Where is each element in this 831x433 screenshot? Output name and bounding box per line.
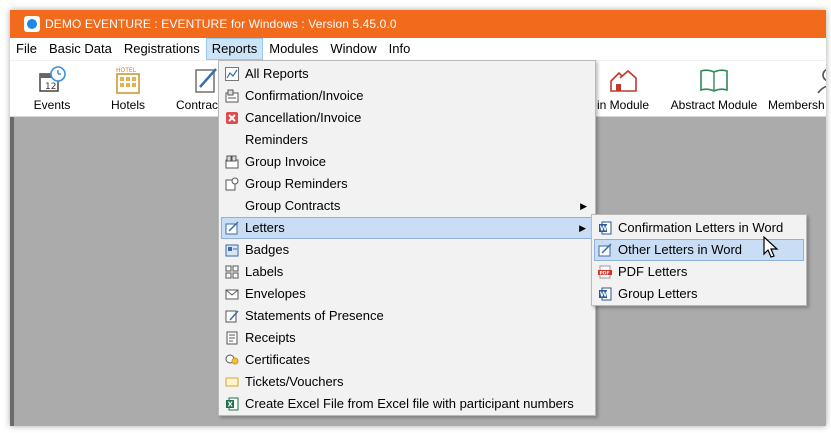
letter-icon (225, 221, 239, 235)
reports-dropdown: All Reports Confirmation/Invoice Cancell… (218, 60, 596, 416)
contracts-button[interactable]: Contrac (176, 65, 224, 112)
book-icon (700, 69, 728, 92)
pdf-icon: PDF (598, 265, 612, 279)
events-label: Events (33, 98, 71, 112)
menu-item-label: Labels (245, 264, 284, 279)
menu-item-label: Reminders (245, 132, 308, 147)
main-module-button[interactable]: in Module (592, 65, 654, 112)
receipt-icon (226, 331, 238, 345)
menu-item-label: Letters (245, 220, 285, 235)
main-module-label: in Module (596, 98, 650, 112)
svg-text:W: W (600, 291, 608, 299)
abstract-module-label: Abstract Module (670, 98, 758, 112)
menu-item-label: Group Invoice (245, 154, 326, 169)
houses-icon (610, 69, 637, 92)
menu-item-label: Badges (245, 242, 290, 257)
title-bar: DEMO EVENTURE : EVENTURE for Windows : V… (10, 10, 826, 38)
menu-item-all-reports[interactable]: All Reports (221, 63, 593, 85)
labels-icon (225, 265, 239, 279)
hotel-sign: HOTEL (116, 67, 137, 74)
app-window: DEMO EVENTURE : EVENTURE for Windows : V… (10, 10, 826, 426)
menu-item-label: All Reports (245, 66, 309, 81)
svg-text:X: X (228, 401, 234, 409)
menu-item-group-contracts[interactable]: Group Contracts ▶ (221, 195, 593, 217)
menu-modules[interactable]: Modules (263, 38, 324, 60)
menu-item-label: Tickets/Vouchers (245, 374, 344, 389)
menu-window[interactable]: Window (324, 38, 382, 60)
submenu-item-label: Other Letters in Word (618, 242, 743, 257)
menu-reports[interactable]: Reports (205, 38, 264, 60)
ticket-icon (225, 377, 239, 387)
menu-item-label: Create Excel File from Excel file with p… (245, 396, 574, 411)
svg-text:PDF: PDF (600, 270, 610, 276)
hotels-label: Hotels (110, 98, 145, 112)
menu-item-badges[interactable]: Badges (221, 239, 593, 261)
statement-icon (225, 310, 239, 323)
menu-info[interactable]: Info (383, 38, 417, 60)
word-icon: W (599, 287, 612, 301)
menu-item-label: Cancellation/Invoice (245, 110, 362, 125)
letter-edit-icon (598, 243, 612, 257)
excel-icon: X (226, 397, 239, 411)
menu-item-label: Group Reminders (245, 176, 348, 191)
menu-item-tickets-vouchers[interactable]: Tickets/Vouchers (221, 371, 593, 393)
app-logo-icon (24, 16, 40, 32)
invoice-icon (225, 89, 239, 103)
menu-item-statements-of-presence[interactable]: Statements of Presence (221, 305, 593, 327)
menu-item-label: Receipts (245, 330, 296, 345)
membership-button[interactable]: Membersh (768, 65, 826, 112)
submenu-item-label: Group Letters (618, 286, 698, 301)
group-reminder-icon (225, 177, 239, 191)
submenu-arrow-icon: ▶ (579, 223, 586, 233)
menu-item-reminders[interactable]: Reminders (221, 129, 593, 151)
menu-item-confirmation-invoice[interactable]: Confirmation/Invoice (221, 85, 593, 107)
menu-item-group-invoice[interactable]: Group Invoice (221, 151, 593, 173)
menu-item-receipts[interactable]: Receipts (221, 327, 593, 349)
menu-item-create-excel[interactable]: X Create Excel File from Excel file with… (221, 393, 593, 415)
menu-item-label: Confirmation/Invoice (245, 88, 364, 103)
menu-bar: File Basic Data Registrations Reports Mo… (10, 38, 826, 60)
contract-pen-icon (195, 68, 217, 93)
menu-item-labels[interactable]: Labels (221, 261, 593, 283)
word-icon: W (599, 221, 612, 235)
svg-text:W: W (600, 225, 608, 233)
window-title: DEMO EVENTURE : EVENTURE for Windows : V… (45, 17, 397, 31)
submenu-item-pdf-letters[interactable]: PDF PDF Letters (594, 261, 804, 283)
chart-icon (225, 67, 239, 81)
submenu-item-label: Confirmation Letters in Word (618, 220, 784, 235)
events-button[interactable]: 12 Events (26, 65, 78, 112)
mouse-cursor-icon (763, 236, 779, 258)
submenu-item-group-letters[interactable]: W Group Letters (594, 283, 804, 305)
cancel-icon (226, 112, 238, 124)
letters-submenu: W Confirmation Letters in Word Other Let… (591, 214, 807, 306)
menu-item-label: Statements of Presence (245, 308, 384, 323)
envelope-icon (225, 289, 239, 300)
svg-text:12: 12 (45, 82, 56, 92)
menu-item-envelopes[interactable]: Envelopes (221, 283, 593, 305)
certificate-icon (225, 354, 239, 365)
menu-registrations[interactable]: Registrations (118, 38, 206, 60)
menu-basic-data[interactable]: Basic Data (43, 38, 118, 60)
contracts-label: Contrac (176, 98, 219, 112)
group-invoice-icon (225, 155, 239, 169)
menu-item-letters[interactable]: Letters ▶ (221, 217, 593, 239)
menu-file[interactable]: File (10, 38, 43, 60)
abstract-module-button[interactable]: Abstract Module (668, 65, 760, 112)
workspace-left-edge (10, 117, 14, 426)
submenu-item-label: PDF Letters (618, 264, 688, 279)
submenu-arrow-icon: ▶ (580, 201, 587, 211)
calendar-clock-icon: 12 (39, 66, 66, 92)
menu-item-certificates[interactable]: Certificates (221, 349, 593, 371)
membership-label: Membersh (768, 98, 825, 112)
person-icon (817, 68, 826, 94)
menu-item-cancellation-invoice[interactable]: Cancellation/Invoice (221, 107, 593, 129)
hotels-button[interactable]: HOTEL Hotels (102, 65, 154, 112)
badge-icon (225, 244, 239, 257)
menu-item-label: Envelopes (245, 286, 306, 301)
hotel-icon: HOTEL (116, 67, 140, 94)
menu-item-group-reminders[interactable]: Group Reminders (221, 173, 593, 195)
menu-item-label: Group Contracts (245, 198, 341, 213)
menu-item-label: Certificates (245, 352, 311, 367)
